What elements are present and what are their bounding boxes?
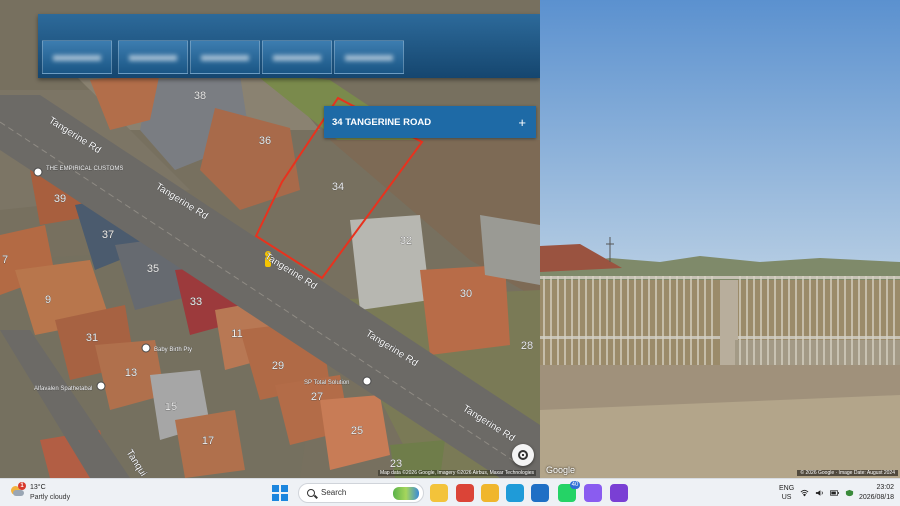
- keyboard-region: US: [781, 494, 792, 501]
- street-view[interactable]: Google © 2026 Google · Image Date: Augus…: [540, 0, 900, 478]
- edge-icon[interactable]: [506, 484, 524, 502]
- clock-time: 23:02: [876, 484, 894, 491]
- house-number-label: 27: [311, 391, 323, 403]
- address-card[interactable]: 34 TANGERINE ROAD +: [324, 106, 536, 138]
- house-number-label: 9: [45, 294, 51, 306]
- street-thumbnail[interactable]: [118, 40, 188, 74]
- house-number-label: 31: [86, 332, 98, 344]
- search-label: Search: [321, 488, 347, 497]
- house-number-label: 11: [231, 328, 242, 340]
- house-number-label: 33: [190, 296, 202, 308]
- house-number-label: 29: [272, 360, 284, 372]
- street-thumbnail[interactable]: [262, 40, 332, 74]
- windows-logo-pane: [272, 494, 279, 501]
- weather-widget[interactable]: 1 13°C Partly cloudy: [10, 482, 100, 504]
- house-number-label: 25: [351, 425, 363, 437]
- clock-date: 2026/08/18: [858, 494, 894, 501]
- house-number-label: 36: [259, 135, 271, 147]
- file-explorer-icon[interactable]: [430, 484, 448, 502]
- plus-icon[interactable]: +: [518, 115, 526, 130]
- windows-logo-pane: [281, 485, 288, 492]
- house-number-label: 38: [194, 90, 206, 102]
- windows-logo-icon: [272, 485, 279, 492]
- house-number-label: 35: [147, 263, 159, 275]
- battery-icon[interactable]: [830, 489, 839, 497]
- folder-icon[interactable]: [481, 484, 499, 502]
- street-thumbnail[interactable]: [334, 40, 404, 74]
- search-icon: [307, 489, 315, 497]
- street-thumbnail[interactable]: [190, 40, 260, 74]
- house-number-label: 37: [102, 229, 114, 241]
- address-title: 34 TANGERINE ROAD: [332, 116, 432, 128]
- house-number-label: 13: [125, 367, 137, 379]
- windows-logo-pane: [281, 494, 288, 501]
- house-number-label: 39: [54, 193, 66, 205]
- chrome-icon[interactable]: [456, 484, 474, 502]
- start-button[interactable]: [272, 485, 288, 501]
- house-number-label: 34: [332, 181, 344, 193]
- search-highlight-art: [393, 487, 419, 500]
- place-label: Baby Birth Pty: [154, 347, 192, 353]
- house-number-label: 17: [202, 435, 214, 447]
- wifi-icon[interactable]: [800, 489, 809, 497]
- outlook-icon[interactable]: [531, 484, 549, 502]
- clipchamp-icon[interactable]: [610, 484, 628, 502]
- house-number-label: 30: [460, 288, 472, 300]
- copilot-icon[interactable]: [584, 484, 602, 502]
- house-number-label: 23: [390, 458, 402, 470]
- street-thumbnail[interactable]: [42, 40, 112, 74]
- map-attribution: Map data ©2026 Google, Imagery ©2026 Air…: [377, 470, 536, 476]
- language-indicator[interactable]: ENG US: [779, 484, 794, 502]
- taskbar: 1 13°C Partly cloudy Search 40 ENG US 23…: [0, 478, 900, 506]
- whatsapp-icon[interactable]: 40: [558, 481, 580, 502]
- house-number-label: 15: [165, 401, 177, 413]
- satellite-map[interactable]: Tangerine Rd Tangerine Rd Tangerine Rd T…: [0, 0, 540, 478]
- map-header-bar: [38, 14, 540, 78]
- place-label: Alfavalen Spathetabal: [34, 386, 92, 392]
- language-code: ENG: [779, 485, 795, 492]
- place-label: SP Total Solution: [304, 380, 349, 386]
- place-label: THE EMPIRICAL CUSTOMS: [46, 166, 123, 172]
- system-tray: [800, 488, 854, 498]
- weather-temperature: 13°C: [30, 484, 46, 491]
- google-logo: Google: [546, 465, 576, 475]
- street-view-attribution: © 2026 Google · Image Date: August 2024: [797, 470, 898, 476]
- weather-alert-badge: 1: [18, 482, 26, 490]
- recenter-icon[interactable]: [512, 444, 534, 466]
- taskbar-search[interactable]: Search: [298, 483, 424, 503]
- volume-icon[interactable]: [815, 489, 824, 497]
- weather-description: Partly cloudy: [30, 494, 71, 501]
- street-view-image[interactable]: [540, 0, 900, 478]
- house-number-label: 7: [2, 254, 8, 266]
- notification-badge: 40: [570, 481, 580, 489]
- house-number-label: 28: [521, 340, 533, 352]
- system-clock[interactable]: 23:02 2026/08/18: [850, 483, 894, 503]
- house-number-label: 32: [400, 235, 412, 247]
